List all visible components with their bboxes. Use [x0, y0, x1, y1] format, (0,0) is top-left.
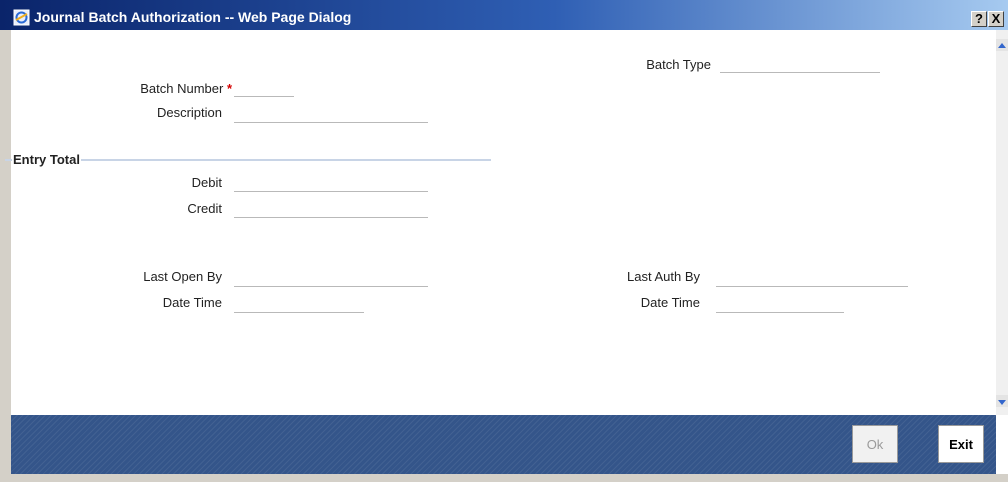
dialog-title: Journal Batch Authorization -- Web Page …	[34, 9, 352, 25]
window-frame-bottom	[0, 474, 1008, 482]
dialog-footer: Ok Exit	[11, 415, 996, 474]
description-field[interactable]	[234, 106, 428, 123]
last-auth-date-time-field[interactable]	[716, 296, 844, 313]
dialog-title-bar: Journal Batch Authorization -- Web Page …	[0, 0, 1008, 30]
exit-button[interactable]: Exit	[938, 425, 984, 463]
form-panel: Batch Type Batch Number * Description En…	[5, 30, 996, 415]
last-open-date-time-label: Date Time	[162, 295, 222, 310]
last-open-by-field[interactable]	[234, 270, 428, 287]
window-frame-left	[0, 30, 11, 482]
last-auth-date-time-label: Date Time	[640, 295, 700, 310]
vertical-scrollbar[interactable]	[996, 30, 1008, 415]
credit-field[interactable]	[234, 201, 428, 218]
scroll-up-arrow-icon[interactable]	[996, 39, 1008, 51]
last-auth-by-label: Last Auth By	[627, 269, 700, 284]
ok-button[interactable]: Ok	[852, 425, 898, 463]
scroll-down-arrow-icon[interactable]	[996, 395, 1008, 407]
help-button[interactable]: ?	[971, 11, 987, 27]
last-open-by-label: Last Open By	[143, 269, 222, 284]
credit-label: Credit	[187, 201, 222, 216]
description-label: Description	[156, 105, 222, 120]
debit-label: Debit	[191, 175, 222, 190]
debit-field[interactable]	[234, 175, 428, 192]
last-auth-by-field[interactable]	[716, 270, 908, 287]
batch-number-label: Batch Number *	[140, 81, 232, 96]
last-open-date-time-field[interactable]	[234, 296, 364, 313]
batch-number-field[interactable]	[234, 80, 294, 97]
batch-type-field[interactable]	[720, 56, 880, 73]
entry-total-section-title: Entry Total	[12, 152, 81, 167]
ie-page-icon	[13, 9, 30, 26]
close-button[interactable]: X	[988, 11, 1004, 27]
batch-type-label: Batch Type	[646, 57, 711, 72]
batch-number-label-text: Batch Number	[140, 81, 224, 96]
required-marker: *	[226, 81, 232, 96]
